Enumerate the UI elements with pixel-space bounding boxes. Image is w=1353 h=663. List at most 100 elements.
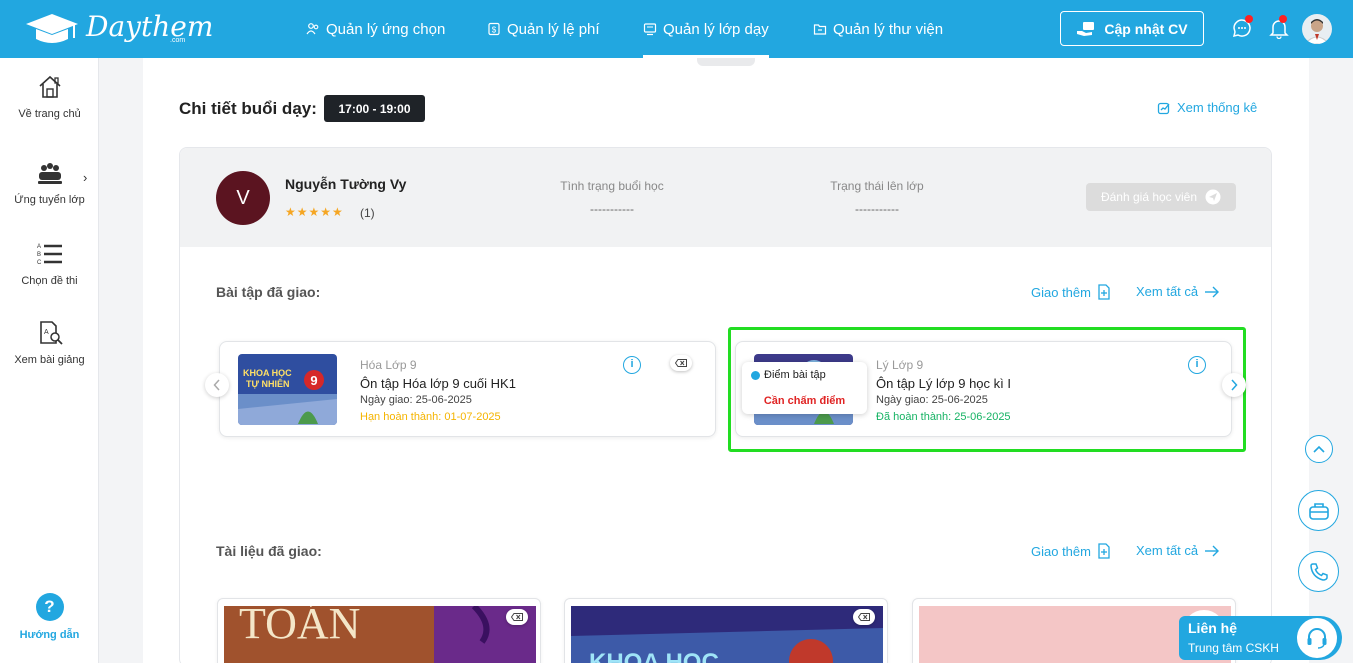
- sidebar-item-exams[interactable]: ABC Chọn đề thi: [0, 241, 99, 287]
- course-bag-button[interactable]: [1298, 490, 1339, 531]
- brand-suffix: .com: [170, 37, 186, 44]
- arrow-right-icon: [1205, 286, 1220, 297]
- assignments-view-all-link[interactable]: Xem tất cả: [1136, 284, 1220, 299]
- assignment-subject: Hóa Lớp 9: [360, 358, 417, 372]
- sidebar-item-home[interactable]: Về trang chủ: [0, 74, 99, 120]
- phone-call-button[interactable]: [1298, 551, 1339, 592]
- nav-candidates[interactable]: Quản lý ứng chọn: [306, 0, 445, 58]
- exam-list-icon: ABC: [37, 244, 62, 266]
- svg-text:B: B: [37, 252, 41, 258]
- math-book-thumbnail: TOÁN: [224, 606, 536, 663]
- documents-view-all-link[interactable]: Xem tất cả: [1136, 543, 1220, 558]
- send-icon: [1205, 189, 1221, 205]
- document-card[interactable]: TOÁN: [217, 598, 541, 663]
- attendance-label: Trạng thái lên lớp: [830, 179, 924, 193]
- grade-assignment-item[interactable]: Điểm bài tập: [764, 369, 826, 381]
- svg-text:$: $: [492, 26, 497, 35]
- svg-text:A: A: [37, 244, 41, 250]
- nav-library-label: Quản lý thư viện: [833, 20, 944, 38]
- nav-fees-label: Quản lý lệ phí: [507, 20, 600, 38]
- briefcase-icon: [1308, 502, 1329, 520]
- home-icon: [38, 75, 61, 98]
- student-avatar: V: [216, 171, 270, 225]
- nav-library[interactable]: Quản lý thư viện: [813, 0, 943, 58]
- delete-icon[interactable]: [506, 609, 528, 625]
- help-button[interactable]: ? Hướng dẫn: [0, 593, 99, 641]
- sidebar-item-home-label: Về trang chủ: [18, 108, 81, 120]
- science-book-thumbnail: KHOA HỌC: [571, 606, 883, 663]
- assignments-view-all-label: Xem tất cả: [1136, 284, 1199, 299]
- sidebar: Về trang chủ Ứng tuyển lớp › ABC Chọn đề…: [0, 58, 99, 663]
- grade-popover: Điểm bài tập Cần chấm điểm: [742, 362, 867, 414]
- doc-add-more-label: Giao thêm: [1031, 543, 1091, 559]
- svg-text:C: C: [37, 260, 42, 266]
- assignment-date: Ngày giao: 25-06-2025: [360, 394, 472, 406]
- sidebar-item-exams-label: Chọn đề thi: [21, 275, 78, 287]
- daythem-logo[interactable]: Daythem .com: [22, 10, 213, 50]
- chevron-right-icon[interactable]: ›: [83, 170, 87, 185]
- chevron-left-icon: [213, 379, 220, 391]
- assign-more-label: Giao thêm: [1031, 284, 1091, 300]
- chat-badge: [1245, 15, 1253, 23]
- info-icon[interactable]: i: [623, 356, 641, 374]
- add-file-icon: [1098, 284, 1110, 300]
- assignment-title: Ôn tập Hóa lớp 9 cuối HK1: [360, 376, 516, 391]
- stats-edit-icon: [1157, 102, 1170, 114]
- scroll-top-button[interactable]: [1305, 435, 1333, 463]
- group-icon: [37, 163, 62, 184]
- document-card[interactable]: KHOA HỌC: [564, 598, 888, 663]
- thumb-title-1: KHOA HỌC: [243, 368, 292, 378]
- user-photo-icon: [1304, 19, 1330, 44]
- update-cv-button[interactable]: Cập nhật CV: [1060, 11, 1204, 46]
- view-stats-link[interactable]: Xem thống kê: [1157, 100, 1257, 115]
- phone-icon: [1309, 562, 1328, 581]
- users-icon: [306, 23, 319, 35]
- sidebar-item-lessons[interactable]: A Xem bài giảng: [0, 320, 99, 366]
- session-detail-box: V Nguyễn Tường Vy ★★★★★ (1) Tình trạng b…: [179, 147, 1272, 663]
- headset-icon: [1295, 616, 1339, 660]
- fee-icon: $: [488, 22, 500, 36]
- grade-dot-icon: [751, 371, 760, 380]
- customer-support-widget[interactable]: Liên hệ Trung tâm CSKH: [1179, 616, 1342, 660]
- assign-more-link[interactable]: Giao thêm: [1031, 284, 1111, 300]
- lesson-search-icon: A: [39, 321, 63, 345]
- delete-icon[interactable]: [670, 355, 692, 371]
- documents-view-all-label: Xem tất cả: [1136, 543, 1199, 558]
- attendance-value: -----------: [855, 202, 899, 216]
- delete-icon[interactable]: [853, 609, 875, 625]
- chemistry-book-thumbnail: KHOA HỌC TỰ NHIÊN 9: [238, 354, 337, 425]
- assignments-title: Bài tập đã giao:: [216, 284, 321, 300]
- nav-candidates-label: Quản lý ứng chọn: [326, 20, 446, 38]
- assignment-card[interactable]: KHOA HỌC TỰ NHIÊN 9 Hóa Lớp 9 Ôn tập Hóa…: [219, 341, 716, 437]
- briefcase-hand-icon: [1077, 21, 1095, 36]
- chevron-right-icon: [1231, 379, 1238, 391]
- sidebar-item-apply-label: Ứng tuyển lớp: [14, 194, 85, 206]
- chevron-up-icon: [1313, 445, 1325, 453]
- support-subtitle: Trung tâm CSKH: [1188, 641, 1279, 655]
- session-status-value: -----------: [590, 202, 634, 216]
- graduation-cap-icon: [26, 14, 78, 43]
- rate-student-label: Đánh giá học viên: [1100, 190, 1198, 204]
- carousel-next-button[interactable]: [1222, 373, 1246, 397]
- add-file-icon: [1098, 543, 1110, 559]
- user-avatar[interactable]: [1302, 14, 1332, 44]
- support-title: Liên hệ: [1188, 620, 1238, 636]
- nav-fees[interactable]: $ Quản lý lệ phí: [487, 0, 600, 58]
- student-name: Nguyễn Tường Vy: [285, 176, 407, 192]
- help-label: Hướng dẫn: [19, 629, 80, 641]
- math-book-title: TOÁN: [239, 606, 360, 648]
- arrow-right-icon: [1205, 545, 1220, 556]
- documents-title: Tài liệu đã giao:: [216, 543, 322, 559]
- thumb-grade: 9: [310, 373, 317, 388]
- carousel-prev-button[interactable]: [205, 373, 229, 397]
- update-cv-label: Cập nhật CV: [1104, 20, 1188, 37]
- doc-add-more-link[interactable]: Giao thêm: [1031, 543, 1111, 559]
- rate-student-button[interactable]: Đánh giá học viên: [1086, 183, 1236, 211]
- library-icon: [813, 24, 827, 35]
- classroom-icon: [643, 23, 657, 36]
- student-header: V Nguyễn Tường Vy ★★★★★ (1) Tình trạng b…: [180, 148, 1271, 247]
- assignment-deadline: Hạn hoàn thành: 01-07-2025: [360, 411, 501, 423]
- nav-classes[interactable]: Quản lý lớp dạy: [643, 0, 769, 58]
- needs-grading-warning: Cần chấm điểm: [763, 395, 846, 407]
- collapse-handle[interactable]: [697, 58, 755, 66]
